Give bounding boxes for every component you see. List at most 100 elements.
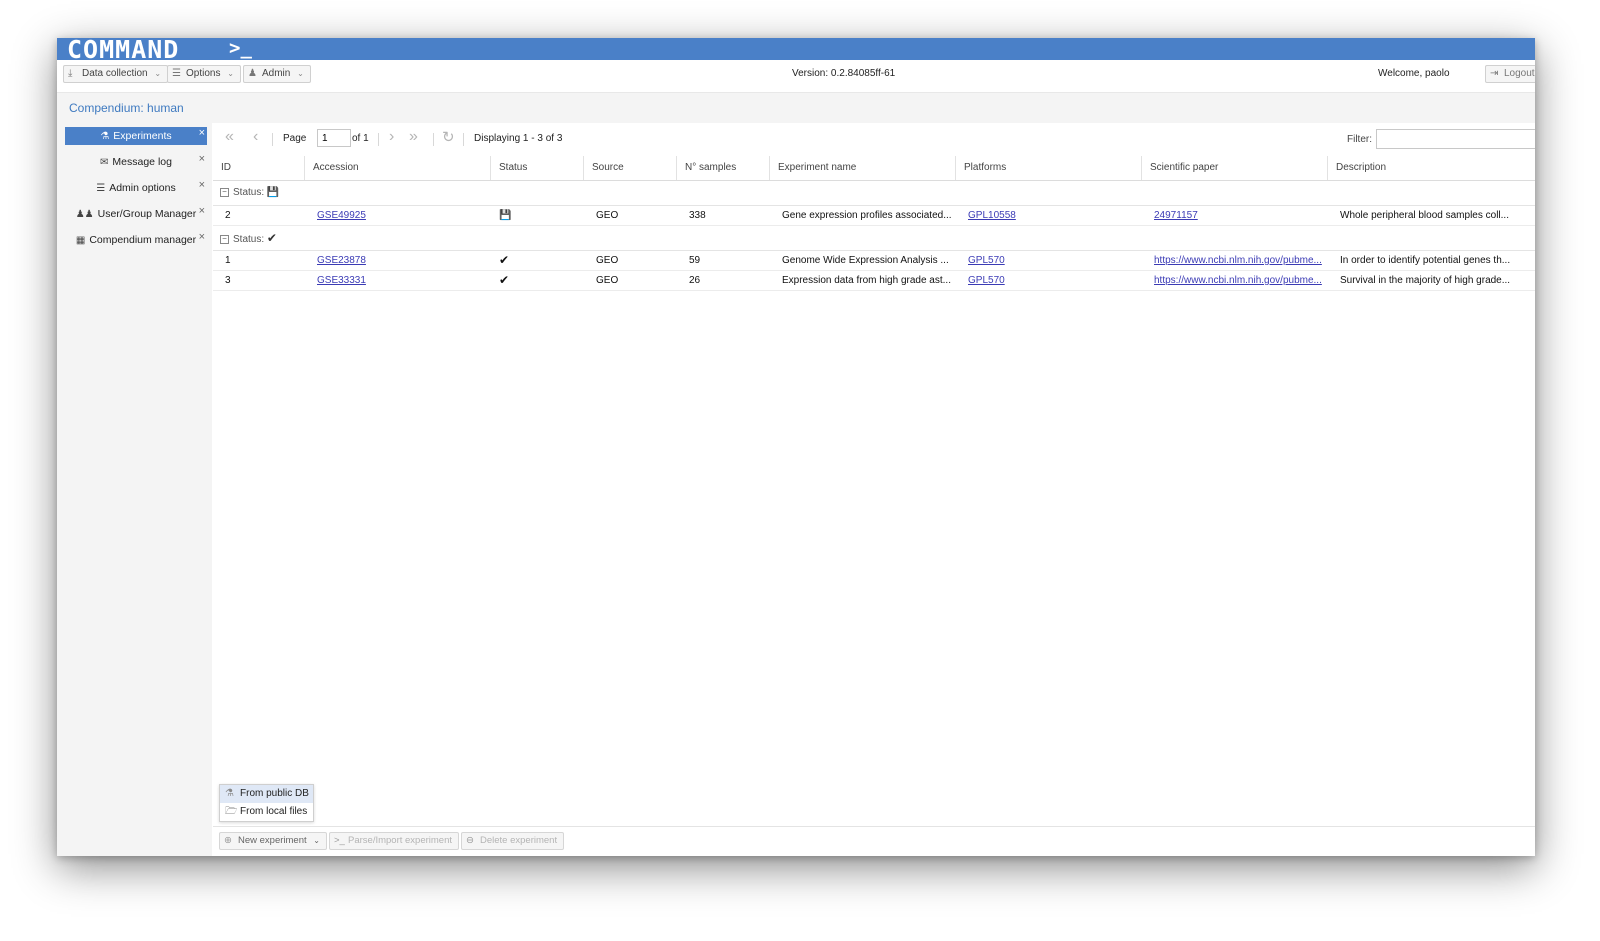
new-experiment-button[interactable]: ⊕ New experiment ⌄: [219, 832, 327, 850]
sidebar-item-label: Admin options: [109, 182, 176, 194]
chevron-down-icon: ⌄: [313, 836, 320, 845]
sidebar-item-compendium-manager[interactable]: ▦ Compendium manager ×: [65, 231, 207, 249]
table-row[interactable]: 1 GSE23878 ✔ GEO 59 Genome Wide Expressi…: [213, 251, 1535, 271]
page-number-input[interactable]: [317, 129, 351, 147]
column-header-source[interactable]: Source: [584, 156, 677, 180]
cell-scientific-paper: https://www.ncbi.nlm.nih.gov/pubme...: [1142, 271, 1328, 290]
plus-circle-icon: ⊕: [224, 835, 232, 846]
refresh-icon[interactable]: ↻: [442, 128, 455, 146]
previous-page-icon[interactable]: ‹: [253, 128, 258, 146]
version-text: Version: 0.2.84085ff-61: [792, 68, 896, 79]
menu-item-from-public-db[interactable]: ⚗ From public DB: [220, 785, 313, 803]
list-icon: ☰: [96, 183, 106, 194]
accession-link[interactable]: GSE49925: [317, 210, 366, 221]
table-row[interactable]: 3 GSE33331 ✔ GEO 26 Expression data from…: [213, 271, 1535, 291]
cell-accession: GSE33331: [305, 271, 491, 290]
paper-link[interactable]: https://www.ncbi.nlm.nih.gov/pubme...: [1154, 255, 1322, 266]
sidebar-item-user-group-manager[interactable]: ♟♟ User/Group Manager ×: [65, 205, 207, 223]
paper-link[interactable]: 24971157: [1154, 210, 1198, 221]
column-header-experiment-name[interactable]: Experiment name: [770, 156, 956, 180]
first-page-icon[interactable]: «: [225, 128, 234, 146]
column-header-platforms[interactable]: Platforms: [956, 156, 1142, 180]
accession-link[interactable]: GSE33331: [317, 275, 366, 286]
cell-description: In order to identify potential genes th.…: [1340, 255, 1511, 266]
paging-toolbar: « ‹ Page of 1 › » ↻ Displaying 1 - 3 of …: [213, 123, 1535, 157]
delete-experiment-button[interactable]: ⊖ Delete experiment: [461, 832, 565, 850]
column-header-accession[interactable]: Accession: [305, 156, 491, 180]
cell-accession: GSE23878: [305, 251, 491, 270]
platform-link[interactable]: GPL570: [968, 275, 1005, 286]
cell-description: Survival in the majority of high grade..…: [1340, 275, 1511, 286]
cell-source: GEO: [596, 275, 619, 286]
minus-circle-icon: ⊖: [466, 835, 474, 846]
options-menu-button[interactable]: ☰ Options ⌄: [167, 65, 241, 83]
sidebar-item-label: User/Group Manager: [97, 208, 197, 220]
column-header-status[interactable]: Status: [491, 156, 584, 180]
column-header-id[interactable]: ID: [213, 156, 305, 180]
group-label: Status:: [233, 234, 265, 245]
displaying-text: Displaying 1 - 3 of 3: [474, 133, 563, 144]
parse-import-button[interactable]: >_ Parse/Import experiment: [329, 832, 460, 850]
logout-icon: ⇥: [1490, 68, 1499, 79]
cell-scientific-paper: https://www.ncbi.nlm.nih.gov/pubme...: [1142, 251, 1328, 270]
column-header-scientific-paper[interactable]: Scientific paper: [1142, 156, 1328, 180]
bottom-toolbar: ⊕ New experiment ⌄ >_ Parse/Import exper…: [213, 826, 1535, 856]
last-page-icon[interactable]: »: [409, 128, 418, 146]
sidebar-item-message-log[interactable]: ✉ Message log ×: [65, 153, 207, 171]
cell-experiment-name: Genome Wide Expression Analysis ...: [782, 255, 949, 266]
sidebar: ⚗ Experiments × ✉ Message log × ☰ Admin opt…: [57, 123, 212, 856]
check-icon: ✔: [499, 253, 510, 267]
check-icon: ✔: [266, 231, 277, 245]
next-page-icon[interactable]: ›: [389, 128, 394, 146]
platform-link[interactable]: GPL570: [968, 255, 1005, 266]
users-icon: ♟♟: [75, 209, 94, 220]
collapse-icon[interactable]: −: [220, 187, 229, 197]
separator: [463, 133, 464, 146]
column-header-description[interactable]: Description: [1328, 156, 1535, 180]
collapse-icon[interactable]: −: [220, 234, 229, 244]
cell-accession: GSE49925: [305, 206, 491, 225]
menu-item-from-local-files[interactable]: 🗁 From local files: [220, 803, 313, 821]
app-banner: COMMAND >_: [57, 38, 1535, 64]
cell-scientific-paper: 24971157: [1142, 206, 1328, 225]
sidebar-item-experiments[interactable]: ⚗ Experiments ×: [65, 127, 207, 145]
app-window: COMMAND >_ ⤓ Data collection ⌄ ☰ Options…: [57, 38, 1535, 856]
cell-samples: 26: [689, 275, 701, 286]
filter-input[interactable]: [1376, 129, 1535, 149]
menu-item-label: From local files: [240, 806, 308, 817]
logout-label: Logout: [1504, 68, 1535, 79]
sidebar-item-label: Experiments: [113, 130, 172, 142]
experiments-panel: « ‹ Page of 1 › » ↻ Displaying 1 - 3 of …: [213, 123, 1535, 856]
column-header-samples[interactable]: N° samples: [677, 156, 770, 180]
sidebar-item-admin-options[interactable]: ☰ Admin options ×: [65, 179, 207, 197]
group-header[interactable]: − Status: 💾: [213, 181, 1535, 206]
chevron-down-icon: ⌄: [227, 69, 234, 78]
new-experiment-menu: ⚗ From public DB 🗁 From local files: [219, 784, 314, 822]
cell-id: 3: [225, 275, 231, 286]
admin-menu-button[interactable]: ♟ Admin ⌄: [243, 65, 311, 83]
logout-button[interactable]: ⇥ Logout: [1485, 65, 1535, 83]
data-collection-menu-button[interactable]: ⤓ Data collection ⌄: [63, 65, 169, 83]
cell-experiment-name: Gene expression profiles associated...: [782, 210, 952, 221]
close-icon[interactable]: ×: [199, 202, 205, 220]
cell-description: Whole peripheral blood samples coll...: [1340, 210, 1509, 221]
options-label: Options: [186, 68, 221, 79]
group-header[interactable]: − Status: ✔: [213, 226, 1535, 251]
cell-platforms: GPL570: [956, 271, 1142, 290]
cell-status: ✔: [491, 271, 584, 290]
folder-icon: 🗁: [225, 806, 238, 817]
chevron-down-icon: ⌄: [154, 69, 162, 78]
admin-label: Admin: [262, 68, 291, 79]
close-icon[interactable]: ×: [199, 150, 205, 168]
close-icon[interactable]: ×: [199, 124, 205, 142]
close-icon[interactable]: ×: [199, 176, 205, 194]
accession-link[interactable]: GSE23878: [317, 255, 366, 266]
grid-header: ID Accession Status Source N° samples Ex…: [213, 156, 1535, 181]
platform-link[interactable]: GPL10558: [968, 210, 1016, 221]
page-count: of 1: [352, 133, 369, 144]
sidebar-item-label: Message log: [112, 156, 172, 168]
close-icon[interactable]: ×: [199, 228, 205, 246]
paper-link[interactable]: https://www.ncbi.nlm.nih.gov/pubme...: [1154, 275, 1322, 286]
terminal-icon: >_: [334, 835, 345, 846]
table-row[interactable]: 2 GSE49925 💾 GEO 338 Gene expression pro…: [213, 206, 1535, 226]
